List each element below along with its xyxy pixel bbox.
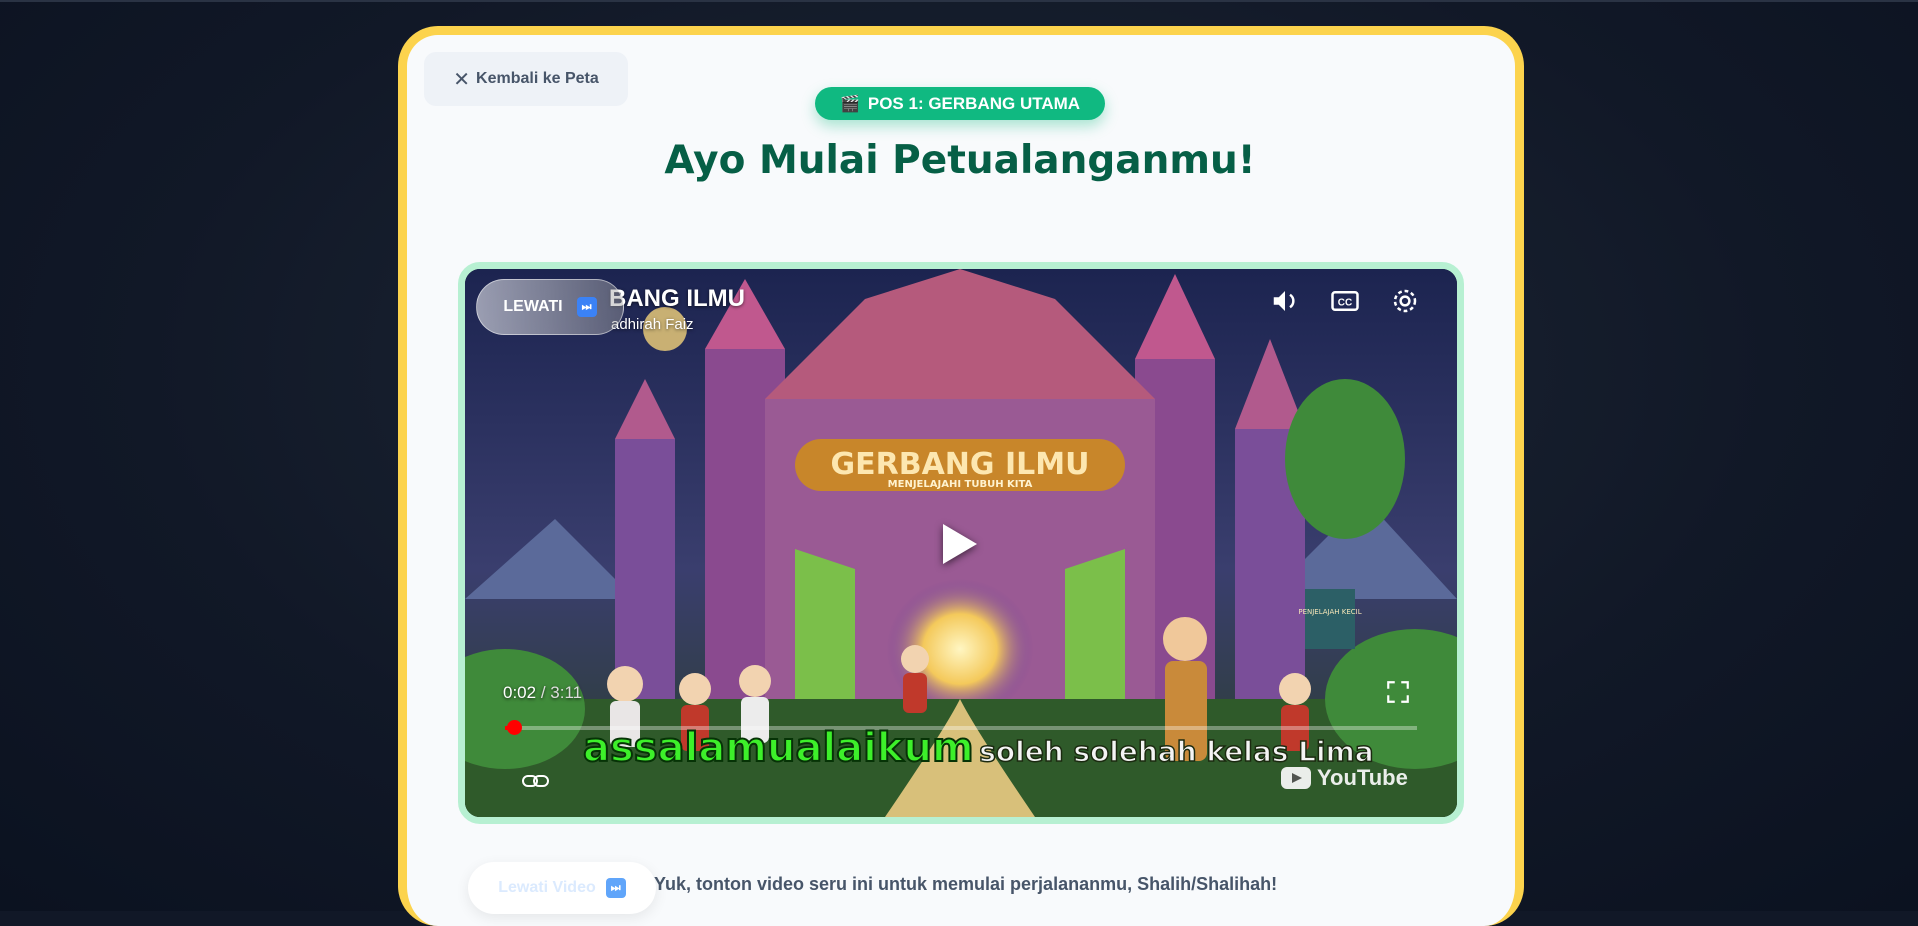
duration: 3:11 xyxy=(550,683,582,702)
skip-video-label: Lewati Video xyxy=(498,879,596,897)
svg-text:CC: CC xyxy=(1338,297,1352,308)
captions-icon[interactable]: CC xyxy=(1325,281,1365,321)
video-title[interactable]: BANG ILMU xyxy=(609,285,745,313)
instruction-text: Yuk, tonton video seru ini untuk memulai… xyxy=(654,874,1277,895)
skip-overlay-button[interactable]: LEWATI ⏭ xyxy=(476,279,624,335)
youtube-play-icon xyxy=(1281,767,1311,789)
video-channel[interactable]: adhirah Faiz xyxy=(611,316,694,333)
current-time: 0:02 xyxy=(503,683,536,702)
fullscreen-icon[interactable] xyxy=(1385,679,1411,709)
back-to-map-label: Kembali ke Peta xyxy=(476,70,599,88)
page-title: Ayo Mulai Petualanganmu! xyxy=(600,138,1320,183)
caption-highlight: assalamualaikum xyxy=(583,725,974,771)
video-player[interactable]: GERBANG ILMU MENJELAJAHI TUBUH KITA xyxy=(458,262,1464,824)
scene-sign-title: GERBANG ILMU xyxy=(831,447,1090,482)
settings-gear-icon[interactable] xyxy=(1385,281,1425,321)
station-badge: 🎬 POS 1: GERBANG UTAMA xyxy=(815,87,1105,120)
back-to-map-button[interactable]: ✕ Kembali ke Peta xyxy=(424,52,628,106)
close-icon: ✕ xyxy=(453,67,470,92)
subtitle-caption: assalamualaikum soleh solehah kelas Lima xyxy=(583,725,1374,771)
fast-forward-icon: ⏭ xyxy=(606,878,626,898)
time-display: 0:02 / 3:11 xyxy=(503,683,582,703)
youtube-logo[interactable]: YouTube xyxy=(1281,765,1408,791)
fast-forward-icon: ⏭ xyxy=(577,297,597,317)
scene-sign-subtitle: MENJELAJAHI TUBUH KITA xyxy=(888,479,1033,490)
play-icon[interactable] xyxy=(943,524,977,564)
station-badge-label: POS 1: GERBANG UTAMA xyxy=(868,94,1080,114)
volume-icon[interactable] xyxy=(1265,281,1305,321)
skip-overlay-label: LEWATI xyxy=(503,298,562,316)
youtube-wordmark: YouTube xyxy=(1317,765,1408,791)
top-divider xyxy=(0,0,1918,2)
clapperboard-icon: 🎬 xyxy=(840,94,860,114)
scene-banner-text: PENJELAJAH KECIL xyxy=(1298,608,1361,616)
caption-rest: soleh solehah kelas Lima xyxy=(979,735,1373,768)
skip-video-button[interactable]: Lewati Video ⏭ xyxy=(468,862,656,914)
time-separator: / xyxy=(541,683,546,702)
link-icon[interactable] xyxy=(521,771,551,795)
